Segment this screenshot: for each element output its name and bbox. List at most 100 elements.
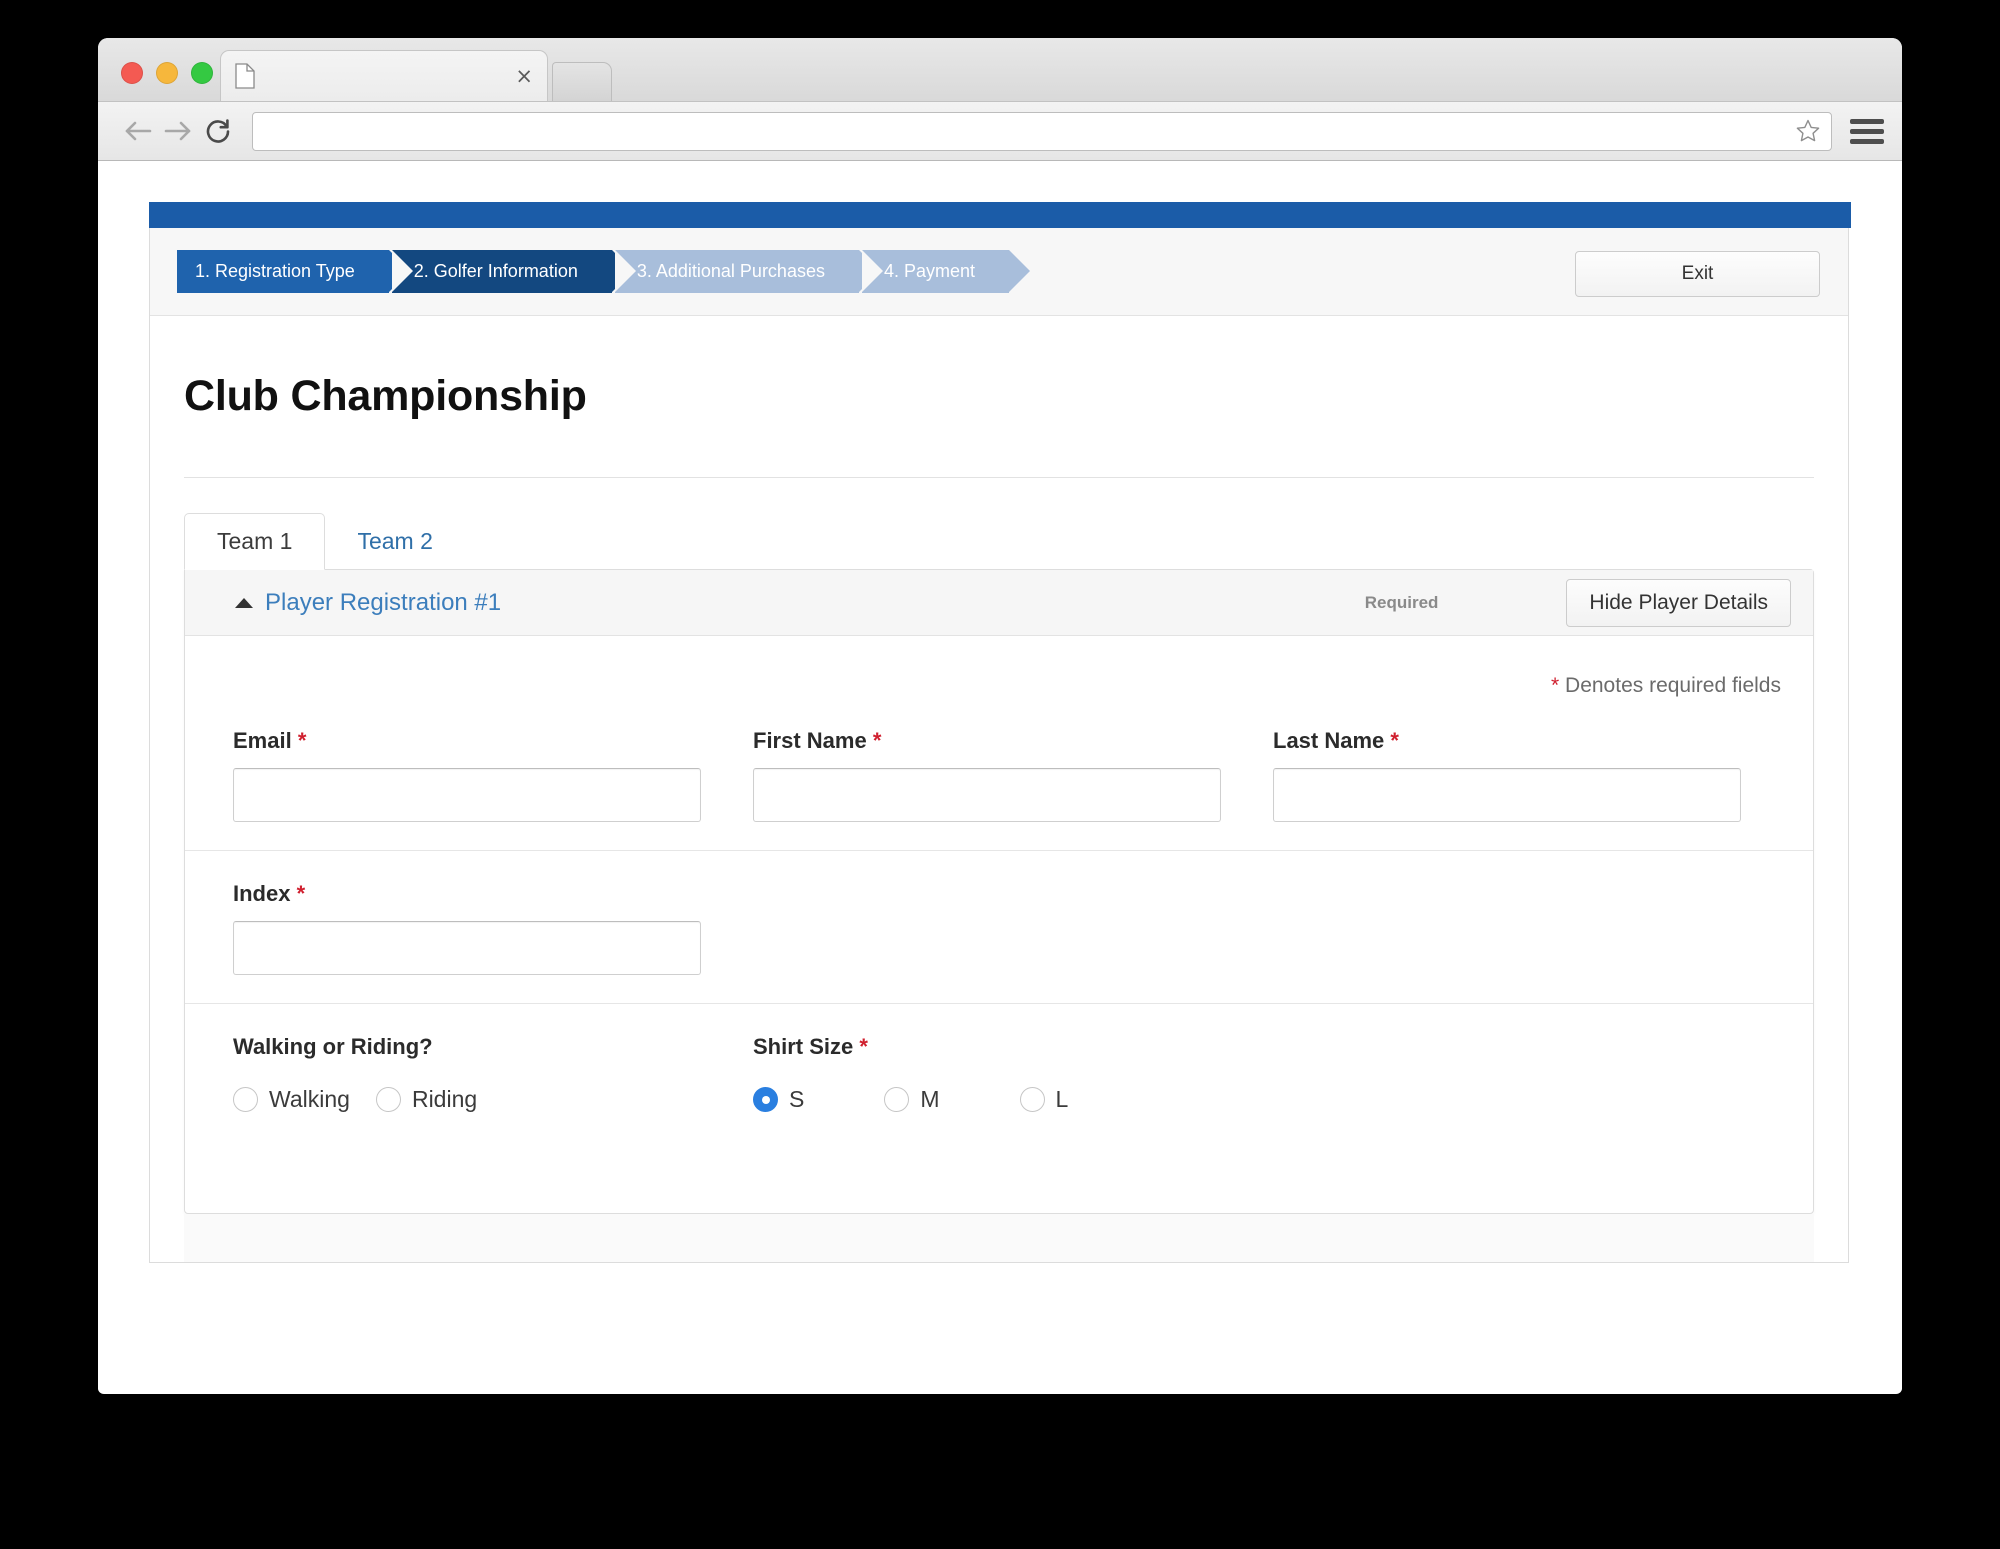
wizard-steps: 1. Registration Type 2. Golfer Informati…	[177, 250, 1031, 293]
tab-team-1-label: Team 1	[217, 528, 293, 554]
field-last-name: Last Name *	[1273, 728, 1741, 822]
card-bottom-spacer	[184, 1214, 1814, 1262]
wizard-step-registration-type[interactable]: 1. Registration Type	[177, 250, 410, 293]
exit-button[interactable]: Exit	[1575, 251, 1820, 297]
maximize-window-button[interactable]	[191, 62, 213, 84]
required-asterisk: *	[859, 1034, 868, 1059]
radio-m-label: M	[920, 1086, 940, 1112]
wizard-step-label: 2. Golfer Information	[413, 261, 578, 281]
step-notch	[861, 250, 883, 292]
wizard-step-label: 4. Payment	[883, 261, 976, 281]
radio-option-s[interactable]: S	[753, 1086, 804, 1113]
browser-tabstrip: ×	[220, 49, 612, 101]
step-notch	[614, 250, 636, 292]
step-arrow	[1009, 250, 1031, 292]
radio-riding-label: Riding	[411, 1086, 478, 1112]
page-title: Club Championship	[184, 372, 587, 420]
hide-player-details-label: Hide Player Details	[1589, 590, 1768, 614]
radio-option-m[interactable]: M	[884, 1086, 940, 1113]
wizard-step-label: 3. Additional Purchases	[636, 261, 825, 281]
radio-option-walking[interactable]: Walking	[233, 1086, 350, 1113]
radio-option-riding[interactable]: Riding	[375, 1086, 478, 1113]
tab-team-2-label: Team 2	[357, 528, 433, 554]
field-email-label: Email *	[233, 728, 701, 754]
required-asterisk: *	[1390, 728, 1399, 753]
radio-riding-input[interactable]	[375, 1087, 401, 1112]
page-viewport: 1. Registration Type 2. Golfer Informati…	[98, 161, 1902, 1393]
radio-row: Walking or Riding? Walking Riding Shirt …	[185, 1004, 1813, 1157]
address-bar[interactable]	[252, 111, 1832, 151]
field-row: Email * First Name * Last Name *	[185, 698, 1813, 851]
required-asterisk: *	[296, 881, 306, 906]
caret-up-icon[interactable]	[235, 597, 253, 608]
radio-walking-label: Walking	[269, 1086, 350, 1112]
denotes-required-note: * Denotes required fields	[185, 636, 1813, 698]
browser-tab[interactable]: ×	[220, 50, 548, 101]
radio-s-input[interactable]	[753, 1087, 778, 1112]
minimize-window-button[interactable]	[156, 62, 178, 84]
hamburger-menu-icon[interactable]	[1850, 114, 1884, 148]
first-name-field[interactable]	[753, 768, 1221, 822]
reload-icon[interactable]	[198, 111, 238, 151]
required-asterisk: *	[1551, 674, 1560, 697]
label-text: Shirt Size	[753, 1034, 854, 1059]
field-first-name-label: First Name *	[753, 728, 1221, 754]
field-index: Index *	[233, 881, 701, 975]
new-tab-button[interactable]	[552, 62, 612, 101]
close-icon[interactable]: ×	[511, 65, 537, 87]
label-text: Email	[233, 728, 292, 753]
screen-root: × 1. Registration Type 2. Golfer Informa…	[0, 0, 2000, 1549]
walking-or-riding-label: Walking or Riding?	[233, 1034, 433, 1059]
back-arrow-icon[interactable]	[118, 111, 158, 151]
forward-arrow-icon[interactable]	[158, 111, 198, 151]
field-first-name: First Name *	[753, 728, 1221, 822]
walking-or-riding-options: Walking Riding	[233, 1086, 753, 1113]
wizard-step-golfer-information[interactable]: 2. Golfer Information	[391, 250, 633, 293]
denotes-required-text: Denotes required fields	[1565, 674, 1781, 697]
close-window-button[interactable]	[121, 62, 143, 84]
team-tab-bar: Team 1 Team 2	[184, 513, 1814, 570]
index-field[interactable]	[233, 921, 701, 975]
radio-option-l[interactable]: L	[1019, 1086, 1069, 1113]
wizard-step-additional-purchases[interactable]: 3. Additional Purchases	[614, 250, 880, 293]
field-index-label: Index *	[233, 881, 701, 907]
required-asterisk: *	[297, 728, 307, 753]
shirt-size-options: S M L	[753, 1086, 1094, 1113]
required-asterisk: *	[872, 728, 882, 753]
required-tag: Required	[1364, 592, 1439, 612]
radio-l-label: L	[1055, 1086, 1069, 1112]
field-last-name-label: Last Name *	[1273, 728, 1741, 754]
brand-bar	[149, 202, 1851, 228]
browser-toolbar	[98, 102, 1902, 161]
player-card-header: Player Registration #1 Required Hide Pla…	[185, 570, 1813, 636]
registration-wizard: 1. Registration Type 2. Golfer Informati…	[150, 228, 1848, 316]
player-registration-card: Player Registration #1 Required Hide Pla…	[184, 569, 1814, 1214]
page-container: 1. Registration Type 2. Golfer Informati…	[149, 202, 1854, 1393]
tab-team-2[interactable]: Team 2	[325, 513, 464, 570]
label-text: First Name	[753, 728, 867, 753]
player-card-heading[interactable]: Player Registration #1	[265, 589, 501, 617]
browser-titlebar: ×	[98, 38, 1902, 102]
field-email: Email *	[233, 728, 701, 822]
step-notch	[391, 250, 413, 292]
title-divider	[184, 477, 1814, 478]
browser-window: × 1. Registration Type 2. Golfer Informa…	[98, 38, 1902, 1394]
wizard-step-payment[interactable]: 4. Payment	[861, 250, 1031, 293]
player-card-body: * Denotes required fields Email * First …	[185, 636, 1813, 1213]
radio-group-shirt-size: Shirt Size * S M L	[753, 1034, 1094, 1113]
email-field[interactable]	[233, 768, 701, 822]
radio-l-input[interactable]	[1019, 1087, 1045, 1112]
window-controls	[121, 62, 213, 84]
radio-walking-input[interactable]	[233, 1087, 258, 1112]
tab-team-1[interactable]: Team 1	[184, 513, 326, 570]
exit-button-label: Exit	[1681, 263, 1714, 284]
radio-m-input[interactable]	[884, 1087, 910, 1112]
star-icon[interactable]	[1795, 118, 1821, 144]
page-icon	[235, 63, 255, 89]
label-text: Last Name	[1273, 728, 1385, 753]
shirt-size-label: Shirt Size *	[753, 1034, 1094, 1060]
hide-player-details-button[interactable]: Hide Player Details	[1566, 578, 1791, 627]
page-body: Club Championship Team 1 Team 2 Player R…	[150, 316, 1848, 1262]
last-name-field[interactable]	[1273, 768, 1741, 822]
radio-s-label: S	[789, 1086, 805, 1112]
